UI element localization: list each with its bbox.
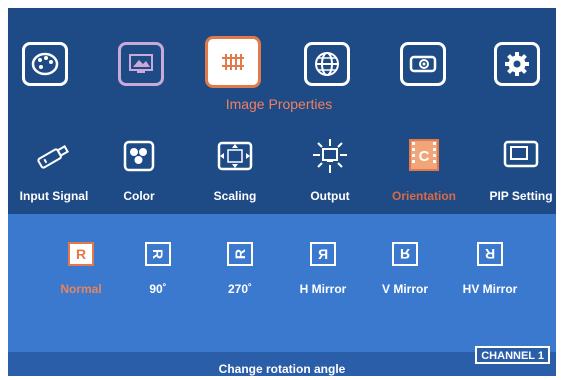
orientation-r-hv-mirror-icon: R	[477, 242, 503, 266]
sub-item-label: Output	[310, 189, 350, 203]
top-menu: Image Properties	[8, 8, 556, 128]
sub-item-label: PIP Setting	[489, 189, 553, 203]
input-plug-icon	[34, 138, 74, 174]
sub-item-output[interactable]: Output	[280, 130, 380, 208]
status-bar: Change rotation angle	[8, 352, 556, 376]
option-h-mirror[interactable]: R H Mirror	[283, 242, 363, 302]
pip-window-icon	[501, 138, 541, 174]
option-270[interactable]: R 270˚	[200, 242, 280, 302]
orientation-options-panel: R Normal R 90˚ R 270˚ R H Mirror R V Mir…	[8, 214, 556, 352]
group-title: Image Properties	[225, 96, 333, 112]
help-hint: Change rotation angle	[218, 362, 346, 376]
svg-text:C: C	[419, 148, 430, 165]
sub-item-label: Scaling	[213, 189, 257, 203]
sub-item-orientation[interactable]: C Orientation	[374, 130, 474, 208]
sub-menu: Input Signal Color Scaling Output C Orie…	[8, 130, 556, 208]
orientation-r-rotated-90-icon: R	[145, 242, 171, 266]
sub-item-scaling[interactable]: Scaling	[185, 130, 285, 208]
option-90[interactable]: R 90˚	[118, 242, 198, 302]
option-label: HV Mirror	[462, 282, 518, 296]
option-hv-mirror[interactable]: R HV Mirror	[450, 242, 530, 302]
color-balls-icon	[119, 138, 159, 174]
output-sun-icon	[310, 138, 350, 174]
scaling-arrows-icon	[215, 138, 255, 174]
orientation-icon: C	[404, 138, 444, 174]
orientation-r-icon: R	[68, 242, 94, 266]
sub-item-label: Color	[123, 189, 155, 203]
projector-icon[interactable]	[400, 42, 446, 86]
orientation-r-h-mirror-icon: R	[310, 242, 336, 266]
gear-icon[interactable]	[494, 42, 540, 86]
orientation-r-v-mirror-icon: R	[392, 242, 418, 266]
sub-item-pip-setting[interactable]: PIP Setting	[471, 130, 556, 208]
orientation-r-rotated-270-icon: R	[227, 242, 253, 266]
option-v-mirror[interactable]: R V Mirror	[365, 242, 445, 302]
globe-icon[interactable]	[304, 42, 350, 86]
image-properties-icon[interactable]	[205, 36, 261, 88]
monitor-picture-icon[interactable]	[118, 42, 164, 86]
osd-screen: Image Properties Input Signal Color Scal…	[8, 8, 556, 376]
palette-icon[interactable]	[22, 42, 68, 86]
sub-item-color[interactable]: Color	[89, 130, 189, 208]
sub-item-label: Orientation	[391, 189, 456, 203]
channel-badge: CHANNEL 1	[475, 346, 550, 364]
